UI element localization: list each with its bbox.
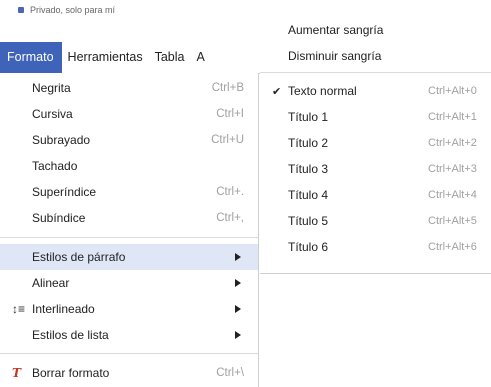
submenu-item-label: Texto normal [288, 84, 357, 98]
menu-item-label: Alinear [32, 276, 70, 290]
menu-item-tachado[interactable]: Tachado [0, 153, 258, 179]
menu-item-superindice[interactable]: Superíndice Ctrl+. [0, 179, 258, 205]
format-menu: Negrita Ctrl+B Cursiva Ctrl+I Subrayado … [0, 73, 259, 387]
menu-bar: Formato Herramientas Tabla A [0, 42, 260, 74]
submenu-arrow-icon [235, 331, 241, 339]
menu-item-subindice[interactable]: Subíndice Ctrl+, [0, 205, 258, 231]
menu-item-subrayado[interactable]: Subrayado Ctrl+U [0, 127, 258, 153]
submenu-item-label: Disminuir sangría [288, 49, 382, 63]
privacy-status[interactable]: Privado, solo para mí [18, 5, 115, 15]
menu-item-label: Borrar formato [32, 366, 110, 380]
menu-item-label: Subrayado [32, 133, 91, 147]
privacy-text: Privado, solo para mí [30, 5, 116, 15]
clear-formatting-icon: T [12, 366, 21, 380]
menu-item-shortcut: Ctrl+, [216, 212, 244, 224]
submenu-item-titulo-4[interactable]: Título 4 Ctrl+Alt+4 [260, 183, 491, 207]
submenu-item-label: Título 1 [288, 110, 329, 124]
menu-item-label: Estilos de lista [32, 328, 109, 342]
submenu-item-titulo-3[interactable]: Título 3 Ctrl+Alt+3 [260, 157, 491, 181]
submenu-item-label: Aumentar sangría [288, 23, 384, 37]
menu-item-estilos-lista[interactable]: Estilos de lista [0, 322, 258, 348]
submenu-item-titulo-6[interactable]: Título 6 Ctrl+Alt+6 [260, 235, 491, 259]
menu-item-label: Interlineado [32, 302, 95, 316]
menu-item-label: Cursiva [32, 107, 73, 121]
menu-item-alinear[interactable]: Alinear [0, 270, 258, 296]
menu-item-shortcut: Ctrl+B [211, 82, 244, 94]
menu-divider [0, 237, 258, 238]
submenu-item-label: Título 6 [288, 240, 329, 254]
submenu-item-label: Título 2 [288, 136, 329, 150]
menu-item-label: Estilos de párrafo [32, 250, 126, 264]
menu-divider [0, 353, 258, 354]
submenu-item-shortcut: Ctrl+Alt+4 [428, 189, 477, 201]
menu-item-cursiva[interactable]: Cursiva Ctrl+I [0, 101, 258, 127]
docs-format-menu-screen: Privado, solo para mí Formato Herramient… [0, 0, 491, 387]
paragraph-submenu-top: Aumentar sangría Disminuir sangría [260, 0, 491, 73]
submenu-item-label: Título 5 [288, 214, 329, 228]
menu-formato[interactable]: Formato [0, 42, 62, 73]
submenu-item-shortcut: Ctrl+Alt+6 [428, 241, 477, 253]
menu-herramientas[interactable]: Herramientas [62, 42, 149, 73]
paragraph-styles-submenu: ✔ Texto normal Ctrl+Alt+0 Título 1 Ctrl+… [260, 73, 491, 274]
menu-item-shortcut: Ctrl+I [216, 108, 244, 120]
menu-item-label: Superíndice [32, 185, 97, 199]
menu-item-shortcut: Ctrl+. [216, 186, 244, 198]
submenu-item-disminuir-sangria[interactable]: Disminuir sangría [260, 44, 491, 68]
submenu-item-titulo-5[interactable]: Título 5 Ctrl+Alt+5 [260, 209, 491, 233]
menu-item-shortcut: Ctrl+U [211, 134, 244, 146]
submenu-item-titulo-2[interactable]: Título 2 Ctrl+Alt+2 [260, 131, 491, 155]
submenu-item-label: Título 3 [288, 162, 329, 176]
submenu-item-titulo-1[interactable]: Título 1 Ctrl+Alt+1 [260, 105, 491, 129]
menu-item-negrita[interactable]: Negrita Ctrl+B [0, 75, 258, 101]
menu-truncated[interactable]: A [190, 42, 210, 73]
submenu-arrow-icon [235, 279, 241, 287]
submenu-item-shortcut: Ctrl+Alt+3 [428, 163, 477, 175]
menu-item-shortcut: Ctrl+\ [216, 367, 244, 379]
menu-item-label: Tachado [32, 159, 78, 173]
submenu-item-texto-normal[interactable]: ✔ Texto normal Ctrl+Alt+0 [260, 79, 491, 103]
submenu-arrow-icon [235, 253, 241, 261]
submenu-item-shortcut: Ctrl+Alt+2 [428, 137, 477, 149]
menu-tabla[interactable]: Tabla [149, 42, 191, 73]
submenu-item-shortcut: Ctrl+Alt+1 [428, 111, 477, 123]
menu-item-label: Negrita [32, 81, 71, 95]
submenu-item-label: Título 4 [288, 188, 329, 202]
menu-item-estilos-parrafo[interactable]: Estilos de párrafo [0, 244, 258, 270]
submenu-item-shortcut: Ctrl+Alt+0 [428, 85, 477, 97]
menu-item-borrar-formato[interactable]: T Borrar formato Ctrl+\ [0, 360, 258, 386]
submenu-item-aumentar-sangria[interactable]: Aumentar sangría [260, 18, 491, 42]
lock-icon [18, 7, 24, 13]
menu-item-interlineado[interactable]: ↕≡ Interlineado [0, 296, 258, 322]
line-spacing-icon: ↕≡ [12, 302, 26, 316]
doc-header: Privado, solo para mí [0, 0, 260, 42]
submenu-item-shortcut: Ctrl+Alt+5 [428, 215, 477, 227]
menu-item-label: Subíndice [32, 211, 86, 225]
check-icon: ✔ [272, 85, 282, 98]
submenu-arrow-icon [235, 305, 241, 313]
